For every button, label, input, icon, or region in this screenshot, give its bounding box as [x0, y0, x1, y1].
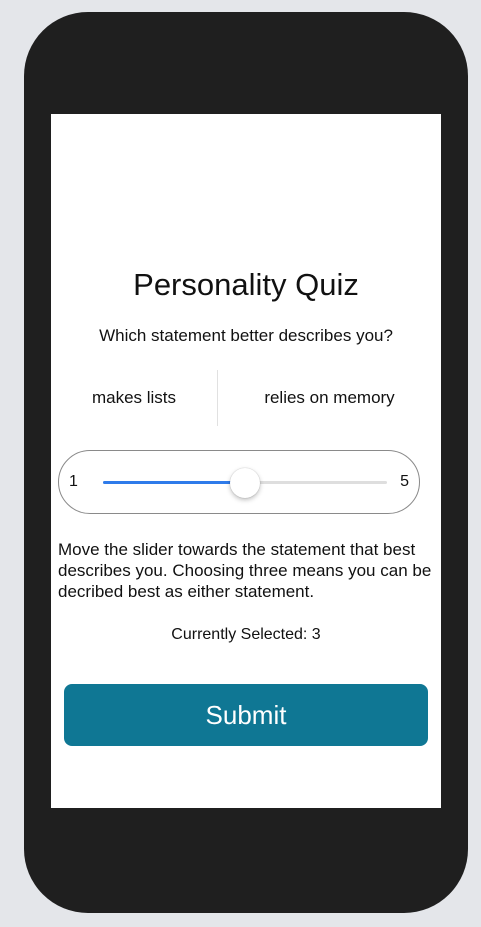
question-text: Which statement better describes you?	[99, 326, 393, 345]
page-title: Personality Quiz	[133, 267, 359, 302]
slider-min-label: 1	[69, 473, 78, 490]
rating-slider[interactable]: 1 5	[58, 450, 420, 514]
submit-button[interactable]: Submit	[64, 684, 428, 746]
slider-track[interactable]	[103, 467, 387, 498]
statement-left: makes lists	[51, 370, 218, 426]
current-selection-label: Currently Selected: 3	[171, 626, 321, 643]
instructions-text: Move the slider towards the statement th…	[58, 540, 432, 601]
app-screen: Personality Quiz Which statement better …	[51, 114, 441, 808]
statement-options: makes lists relies on memory	[51, 370, 441, 426]
statement-right: relies on memory	[264, 388, 395, 407]
slider-max-label: 5	[400, 473, 409, 490]
slider-track-fill	[103, 481, 245, 484]
slider-thumb[interactable]	[230, 467, 260, 498]
